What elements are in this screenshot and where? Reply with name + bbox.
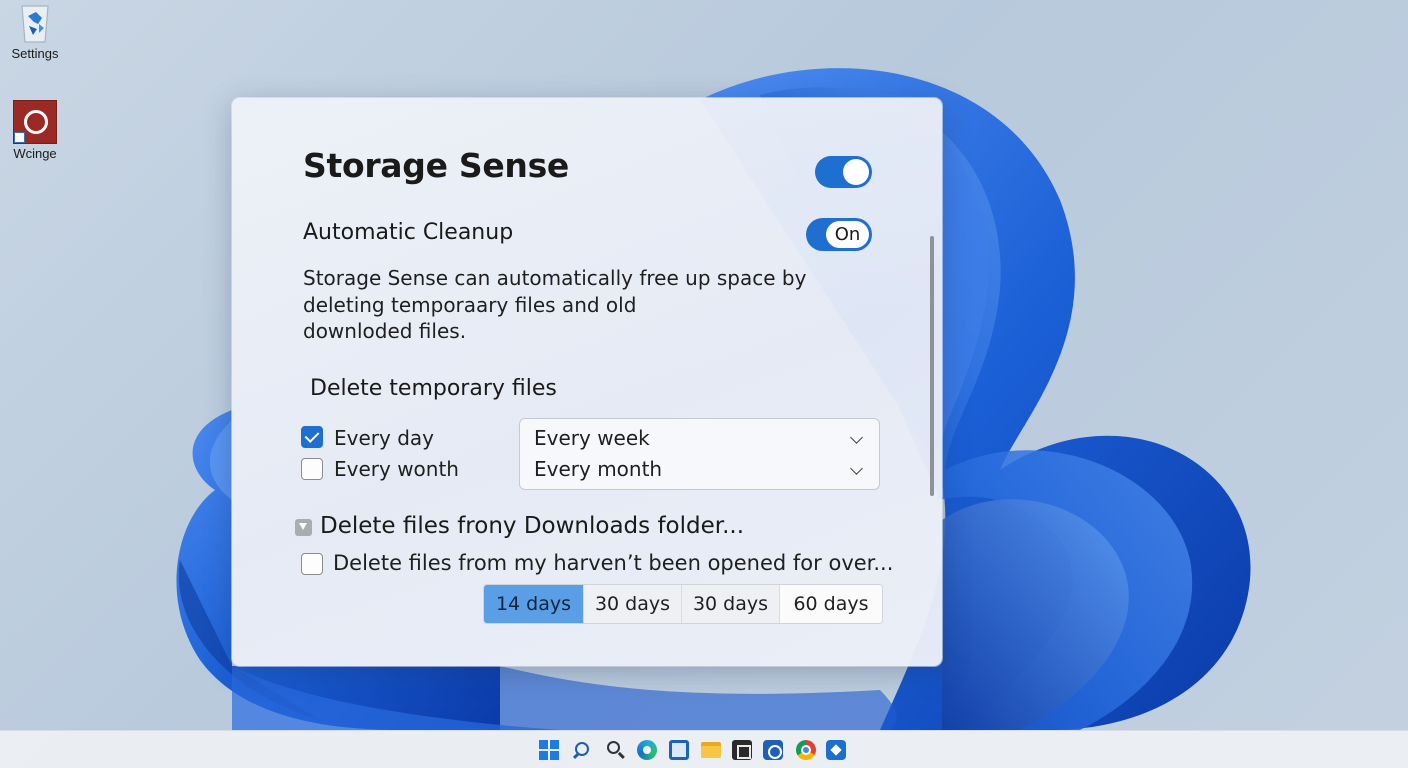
desktop-icon-label: Settings (11, 46, 59, 61)
description-line: Storage Sense can automatically free up … (303, 266, 807, 290)
file-explorer-icon[interactable] (701, 740, 721, 760)
desktop-icon-wcinge[interactable]: Wcinge (0, 100, 70, 161)
settings-recycle-icon (21, 5, 49, 43)
desktop-icon-settings[interactable]: Settings (0, 2, 70, 61)
dropdown-value: Every week (534, 426, 650, 450)
every-wonth-label: Every wonth (334, 457, 459, 481)
security-icon[interactable] (763, 740, 783, 760)
dropdown-value: Every month (534, 457, 663, 481)
toggle-knob (843, 159, 869, 185)
every-day-checkbox[interactable] (301, 426, 323, 448)
downloads-section-checkbox[interactable] (295, 519, 312, 536)
storage-sense-description: Storage Sense can automatically free up … (303, 265, 823, 345)
chrome-icon[interactable] (796, 740, 816, 760)
taskbar (0, 730, 1408, 768)
chevron-down-icon (850, 431, 863, 444)
duration-option-30-days-alt[interactable]: 30 days (682, 585, 780, 623)
duration-option-30-days[interactable]: 30 days (584, 585, 682, 623)
duration-option-14-days[interactable]: 14 days (484, 585, 584, 623)
chevron-down-icon (850, 462, 863, 475)
edge-icon[interactable] (637, 740, 657, 760)
automatic-cleanup-label: Automatic Cleanup (303, 220, 514, 245)
automatic-cleanup-toggle[interactable]: On (806, 218, 872, 251)
panel-title: Storage Sense (303, 146, 570, 185)
app-icon[interactable] (826, 740, 846, 760)
not-opened-label: Delete files from my harven’t been opene… (333, 551, 894, 575)
duration-option-60-days[interactable]: 60 days (780, 585, 882, 623)
search-icon[interactable] (572, 740, 593, 760)
duration-segmented-control: 14 days 30 days 30 days 60 days (483, 584, 883, 624)
toggle-state-label: On (826, 221, 869, 248)
panel-scrollbar[interactable] (930, 236, 934, 496)
frequency-dropdown-week[interactable]: Every week (534, 426, 865, 456)
storage-sense-toggle[interactable] (815, 156, 872, 188)
every-wonth-checkbox[interactable] (301, 458, 323, 480)
every-day-label: Every day (334, 426, 434, 450)
delete-temp-files-heading: Delete temporary files (310, 376, 557, 401)
start-icon[interactable] (539, 740, 559, 760)
not-opened-checkbox[interactable] (301, 553, 323, 575)
store-icon[interactable] (669, 740, 689, 760)
desktop-icon-label: Wcinge (13, 146, 57, 161)
search-icon[interactable] (606, 740, 626, 760)
storage-sense-panel: Storage Sense Automatic Cleanup On Stora… (232, 98, 942, 666)
delete-downloads-heading: Delete files frony Downloads folder... (320, 513, 745, 539)
description-line: deleting temporaary files and old (303, 292, 637, 317)
shortcut-arrow-icon (14, 132, 25, 143)
app-circle-icon (13, 100, 57, 144)
description-line: downloded files. (303, 319, 467, 343)
terminal-icon[interactable] (732, 740, 752, 760)
frequency-dropdown-group: Every week Every month (519, 418, 880, 490)
frequency-dropdown-month[interactable]: Every month (534, 457, 865, 487)
